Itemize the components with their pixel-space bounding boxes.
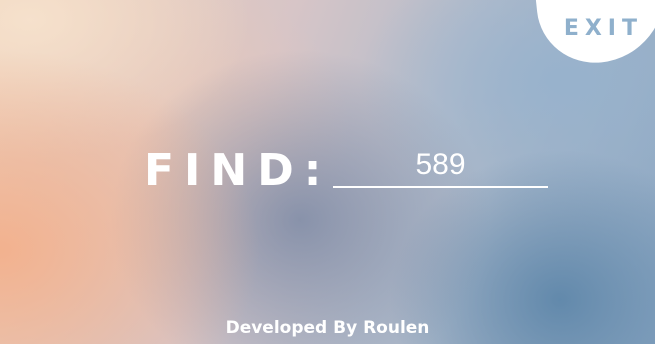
developer-credit: Developed By Roulen [225, 318, 430, 338]
find-input[interactable] [333, 148, 548, 188]
exit-button[interactable]: EXIT [564, 16, 643, 41]
find-label: FIND: [144, 145, 332, 196]
